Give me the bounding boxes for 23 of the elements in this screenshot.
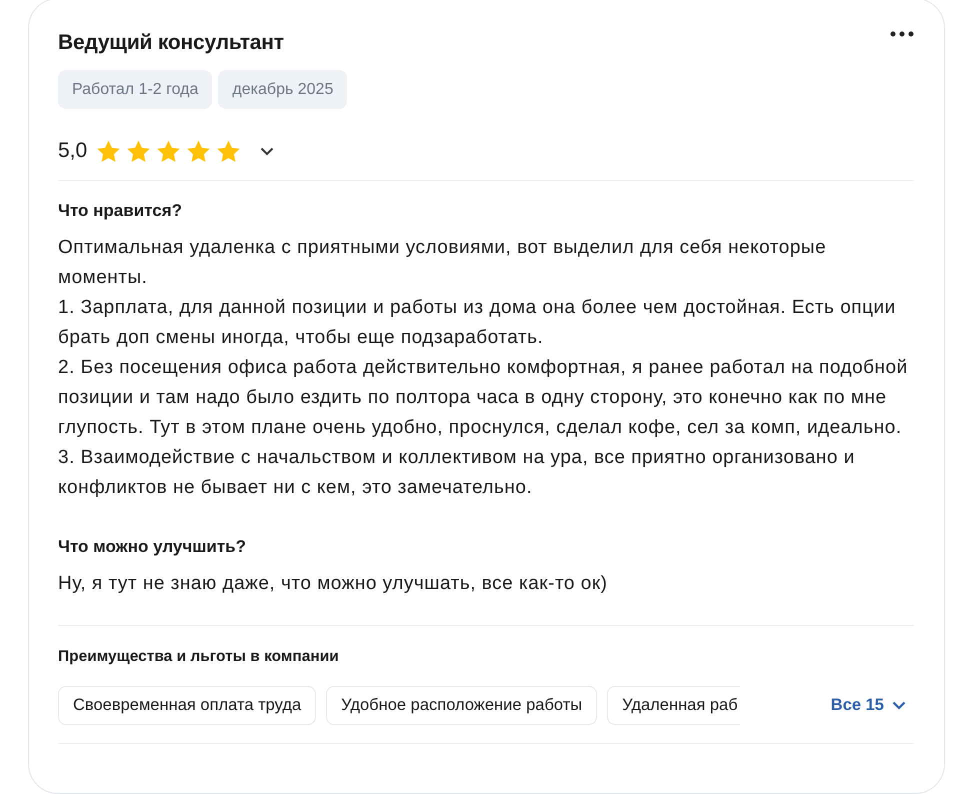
benefit-chip[interactable]: Своевременная оплата труда bbox=[58, 686, 316, 725]
tag: Работал 1-2 года bbox=[58, 70, 212, 109]
more-icon bbox=[890, 31, 914, 37]
tag: декабрь 2025 bbox=[218, 70, 348, 109]
benefits-heading: Преимущества и льготы в компании bbox=[58, 648, 340, 666]
benefit-chip[interactable]: Удаленная раб bbox=[607, 686, 740, 725]
chevron-down-icon bbox=[892, 701, 906, 710]
show-all-button[interactable]: Все 15 bbox=[800, 696, 914, 715]
review-text: Ну, я тут не знаю даже, что можно улучшать, все как-то ок) bbox=[58, 572, 608, 596]
star-icon bbox=[185, 138, 212, 164]
section-heading: Что нравится? bbox=[58, 201, 184, 221]
benefit-chip[interactable]: Удобное расположение работы bbox=[326, 686, 598, 725]
star-icon bbox=[215, 138, 242, 164]
expand-rating-button[interactable] bbox=[260, 146, 274, 156]
star-icon bbox=[95, 138, 122, 164]
more-options-button[interactable] bbox=[890, 31, 914, 37]
chevron-down-icon bbox=[260, 146, 274, 156]
review-title: Ведущий консультант bbox=[58, 31, 284, 55]
review-text: Оптимальная удаленка с приятными условиями, вот выделил для себя некоторые моменты. 1. Зарплата, для данной позиции и работы из дома она более чем достойная. Есть опции брать доп смены иногда, чтобы еще подзаработать. 2. Без посещения офиса работа действительно комфортная, я ранее работал на подобной позиции и там надо было ездить по полтора часа в одну сторону, это конечно как по мне глупость. Тут в этом плане очень удобно, проснулся, сделал кофе, сел за комп, идеально. 3. Взаимодействие с начальством и коллективом на ура, все приятно организовано и конфликтов не бывает ни с кем, это замечательно. bbox=[58, 236, 909, 500]
section-heading: Что можно улучшить? bbox=[58, 537, 248, 557]
star-icon bbox=[155, 138, 182, 164]
star-icon bbox=[125, 138, 152, 164]
rating-value: 5,0 bbox=[58, 139, 88, 163]
